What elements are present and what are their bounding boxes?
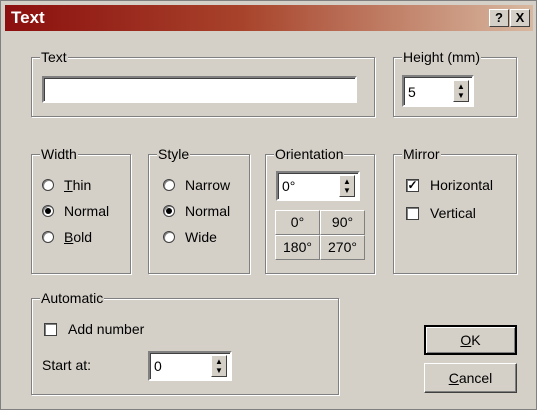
style-group: Style Narrow Normal Wide [148, 146, 250, 274]
add-number-label: Add number [68, 321, 145, 337]
radio-button[interactable] [163, 179, 175, 191]
height-value: 5 [408, 84, 416, 100]
close-button[interactable]: X [510, 9, 530, 27]
height-group: Height (mm) 5 ▲ ▼ [393, 49, 517, 117]
automatic-group-legend: Automatic [40, 290, 105, 306]
spin-up-icon[interactable]: ▲ [343, 178, 351, 186]
height-spinner[interactable]: ▲ ▼ [453, 80, 469, 102]
radio-button[interactable] [163, 231, 175, 243]
style-group-legend: Style [157, 146, 191, 162]
style-option-label: Normal [185, 203, 231, 219]
start-at-spinner[interactable]: ▲ ▼ [211, 355, 227, 377]
width-group: Width Thin Normal Bold [31, 146, 131, 274]
style-option-label: Wide [185, 229, 217, 245]
spin-up-icon[interactable]: ▲ [457, 83, 465, 91]
width-group-legend: Width [40, 146, 78, 162]
text-dialog: Text ? X Text Height (mm) 5 ▲ ▼ Width Th… [0, 0, 537, 410]
spin-up-icon[interactable]: ▲ [215, 358, 223, 366]
orientation-group-legend: Orientation [274, 146, 345, 162]
title-bar[interactable]: Text ? X [5, 5, 533, 31]
radio-button[interactable] [42, 205, 54, 217]
checkbox[interactable] [44, 323, 57, 336]
width-option-label: Thin [64, 177, 92, 193]
orientation-0-button[interactable]: 0° [275, 210, 320, 235]
orientation-group: Orientation 0° ▲ ▼ 0° 90° 180° 270° [265, 146, 375, 274]
spin-down-icon[interactable]: ▼ [343, 187, 351, 195]
radio-button[interactable] [42, 231, 54, 243]
checkbox[interactable]: ✓ [406, 179, 419, 192]
orientation-value: 0° [282, 178, 296, 194]
orientation-spinner[interactable]: ▲ ▼ [339, 175, 355, 197]
style-option-label: Narrow [185, 177, 231, 193]
height-spinbox[interactable]: 5 ▲ ▼ [402, 75, 474, 107]
radio-button[interactable] [163, 205, 175, 217]
cancel-button[interactable]: Cancel [424, 363, 517, 393]
start-at-spinbox[interactable]: 0 ▲ ▼ [148, 351, 232, 381]
mirror-group: Mirror ✓ Horizontal Vertical [393, 146, 517, 274]
orientation-90-button[interactable]: 90° [320, 210, 365, 235]
automatic-group: Automatic Add number Start at: 0 ▲ ▼ [31, 290, 339, 395]
mirror-group-legend: Mirror [402, 146, 441, 162]
mirror-horizontal-label: Horizontal [430, 177, 494, 193]
width-option-label: Bold [64, 229, 93, 245]
orientation-270-button[interactable]: 270° [320, 235, 365, 260]
text-input[interactable] [42, 76, 357, 103]
ok-button[interactable]: OK [424, 325, 517, 355]
orientation-spinbox[interactable]: 0° ▲ ▼ [276, 171, 360, 201]
window-title: Text [11, 8, 45, 27]
spin-down-icon[interactable]: ▼ [215, 367, 223, 375]
mirror-vertical-label: Vertical [430, 205, 476, 221]
start-at-value: 0 [154, 358, 162, 374]
spin-down-icon[interactable]: ▼ [457, 92, 465, 100]
text-group: Text [31, 49, 375, 117]
orientation-180-button[interactable]: 180° [275, 235, 320, 260]
help-button[interactable]: ? [489, 9, 509, 27]
checkbox[interactable] [406, 207, 419, 220]
width-option-label: Normal [64, 203, 110, 219]
text-group-legend: Text [40, 49, 68, 65]
radio-button[interactable] [42, 179, 54, 191]
height-group-legend: Height (mm) [402, 49, 482, 65]
start-at-label: Start at: [42, 357, 92, 373]
